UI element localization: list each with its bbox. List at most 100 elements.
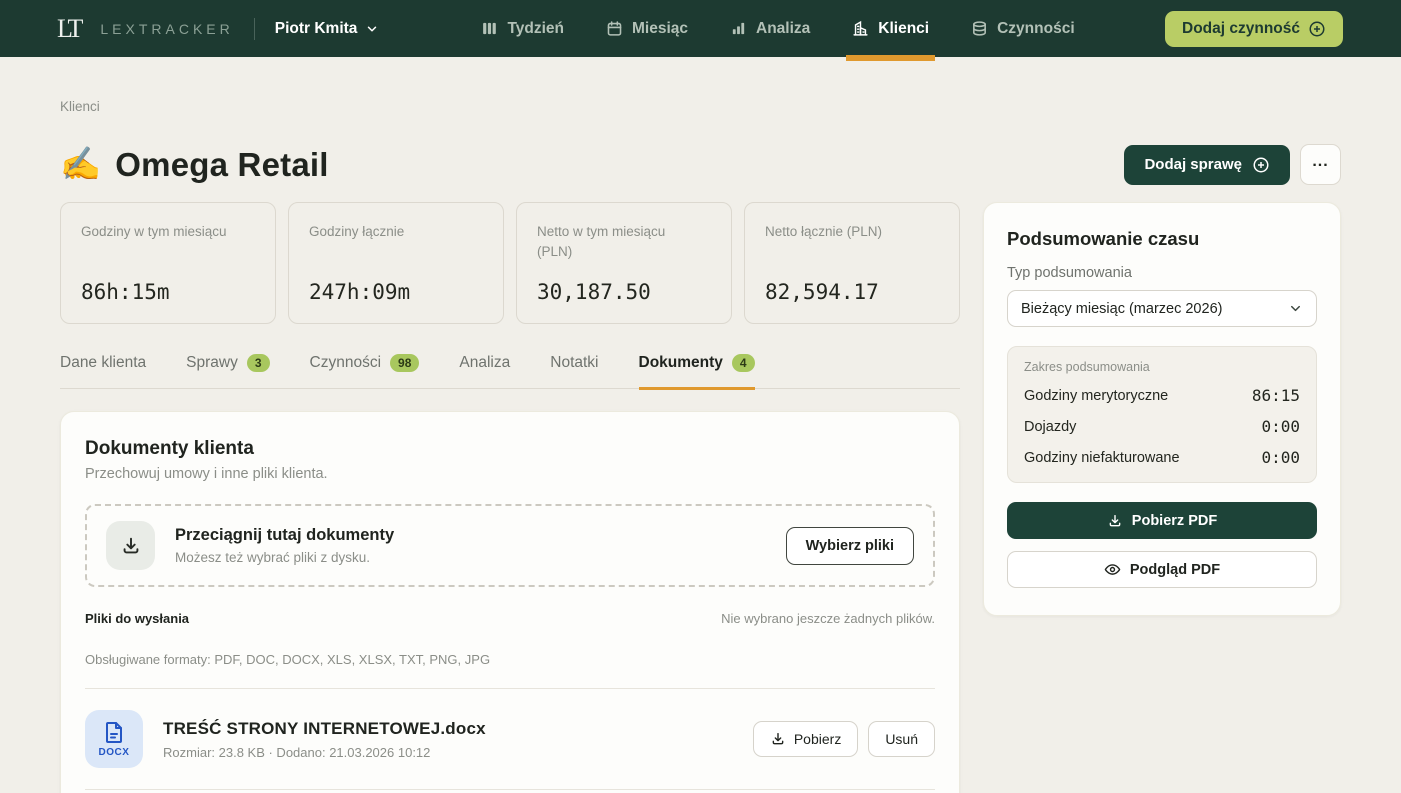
file-download-button[interactable]: Pobierz bbox=[753, 721, 858, 757]
tab-label: Dane klienta bbox=[60, 354, 146, 372]
add-activity-label: Dodaj czynność bbox=[1182, 20, 1300, 38]
nav-item-czynnosci[interactable]: Czynności bbox=[971, 0, 1075, 57]
stat-value: 86h:15m bbox=[81, 280, 255, 304]
more-button[interactable]: ... bbox=[1300, 144, 1341, 185]
page-content: Klienci ✍️ Omega Retail Dodaj sprawę ...… bbox=[0, 99, 1401, 793]
stat-value: 247h:09m bbox=[309, 280, 483, 304]
client-tabs: Dane klienta Sprawy 3 Czynności 98 Anali… bbox=[60, 354, 960, 389]
stat-card-hours-month: Godziny w tym miesiącu 86h:15m bbox=[60, 202, 276, 324]
main-column: Godziny w tym miesiącu 86h:15m Godziny ł… bbox=[60, 202, 960, 793]
dropzone-title: Przeciągnij tutaj dokumenty bbox=[175, 526, 394, 545]
bar-chart-icon bbox=[730, 20, 747, 37]
documents-title: Dokumenty klienta bbox=[85, 438, 935, 460]
nav-item-miesiac[interactable]: Miesiąc bbox=[606, 0, 688, 57]
documents-panel: Dokumenty klienta Przechowuj umowy i inn… bbox=[60, 411, 960, 793]
documents-subtitle: Przechowuj umowy i inne pliki klienta. bbox=[85, 466, 935, 482]
stat-card-net-month: Netto w tym miesiącu (PLN) 30,187.50 bbox=[516, 202, 732, 324]
divider bbox=[85, 789, 935, 790]
file-actions: Pobierz Usuń bbox=[753, 721, 935, 757]
breadcrumb[interactable]: Klienci bbox=[60, 99, 1341, 114]
tab-count-badge: 98 bbox=[390, 354, 419, 372]
stat-value: 82,594.17 bbox=[765, 280, 939, 304]
file-dropzone[interactable]: Przeciągnij tutaj dokumenty Możesz też w… bbox=[85, 504, 935, 587]
file-delete-button[interactable]: Usuń bbox=[868, 721, 935, 757]
file-name: TREŚĆ STRONY INTERNETOWEJ.docx bbox=[163, 719, 486, 739]
nav-item-klienci[interactable]: Klienci bbox=[852, 0, 929, 57]
summary-range-box: Zakres podsumowania Godziny merytoryczne… bbox=[1007, 346, 1317, 483]
add-activity-button[interactable]: Dodaj czynność bbox=[1165, 11, 1343, 47]
download-icon bbox=[770, 731, 786, 747]
nav-item-tydzien[interactable]: Tydzień bbox=[481, 0, 564, 57]
time-summary-panel: Podsumowanie czasu Typ podsumowania Bież… bbox=[983, 202, 1341, 616]
summary-row-value: 0:00 bbox=[1261, 417, 1300, 436]
stack-icon bbox=[971, 20, 988, 37]
summary-type-label: Typ podsumowania bbox=[1007, 265, 1317, 281]
building-icon bbox=[852, 20, 869, 37]
summary-type-select[interactable]: Bieżący miesiąc (marzec 2026) bbox=[1007, 290, 1317, 327]
stat-label: Netto w tym miesiącu (PLN) bbox=[537, 222, 687, 261]
summary-row-value: 0:00 bbox=[1261, 448, 1300, 467]
summary-row-dojazdy: Dojazdy 0:00 bbox=[1024, 417, 1300, 436]
logo-icon: LT bbox=[57, 16, 84, 42]
download-pdf-label: Pobierz PDF bbox=[1132, 513, 1217, 529]
tab-notatki[interactable]: Notatki bbox=[550, 354, 598, 388]
add-case-button[interactable]: Dodaj sprawę bbox=[1124, 145, 1290, 185]
download-icon bbox=[1107, 513, 1123, 529]
tab-label: Analiza bbox=[459, 354, 510, 372]
nav-item-analiza[interactable]: Analiza bbox=[730, 0, 810, 57]
download-tray-icon bbox=[106, 521, 155, 570]
file-info: TREŚĆ STRONY INTERNETOWEJ.docx Rozmiar: … bbox=[163, 719, 486, 760]
upload-queue-row: Pliki do wysłania Nie wybrano jeszcze ża… bbox=[85, 611, 935, 626]
summary-row-label: Godziny merytoryczne bbox=[1024, 388, 1168, 404]
stat-value: 30,187.50 bbox=[537, 280, 711, 304]
preview-pdf-button[interactable]: Podgląd PDF bbox=[1007, 551, 1317, 588]
tab-label: Notatki bbox=[550, 354, 598, 372]
title-actions: Dodaj sprawę ... bbox=[1124, 144, 1341, 185]
chevron-down-icon bbox=[365, 22, 379, 36]
stat-label: Godziny łącznie bbox=[309, 222, 459, 242]
upload-queue-empty-text: Nie wybrano jeszcze żadnych plików. bbox=[721, 611, 935, 626]
nav-label: Czynności bbox=[997, 20, 1075, 38]
main-nav: Tydzień Miesiąc Analiza Klienci Czynnośc… bbox=[481, 0, 1074, 57]
tab-sprawy[interactable]: Sprawy 3 bbox=[186, 354, 269, 388]
file-type-label: DOCX bbox=[99, 747, 130, 758]
docx-file-icon: DOCX bbox=[85, 710, 143, 768]
tab-count-badge: 4 bbox=[732, 354, 755, 372]
tab-label: Sprawy bbox=[186, 354, 238, 372]
tab-czynnosci[interactable]: Czynności 98 bbox=[310, 354, 420, 388]
writing-hand-emoji-icon: ✍️ bbox=[60, 145, 101, 184]
user-name: Piotr Kmita bbox=[275, 20, 358, 38]
eye-icon bbox=[1104, 561, 1121, 578]
plus-circle-icon bbox=[1252, 156, 1270, 174]
stat-label: Godziny w tym miesiącu bbox=[81, 222, 231, 242]
plus-circle-icon bbox=[1308, 20, 1326, 38]
choose-files-button[interactable]: Wybierz pliki bbox=[786, 527, 914, 565]
stat-card-net-total: Netto łącznie (PLN) 82,594.17 bbox=[744, 202, 960, 324]
stat-cards: Godziny w tym miesiącu 86h:15m Godziny ł… bbox=[60, 202, 960, 324]
page-title: ✍️ Omega Retail bbox=[60, 145, 329, 184]
columns-icon bbox=[481, 20, 498, 37]
preview-pdf-label: Podgląd PDF bbox=[1130, 562, 1220, 578]
dropzone-subtitle: Możesz też wybrać pliki z dysku. bbox=[175, 550, 394, 565]
tab-dane-klienta[interactable]: Dane klienta bbox=[60, 354, 146, 388]
download-pdf-button[interactable]: Pobierz PDF bbox=[1007, 502, 1317, 539]
summary-type-value: Bieżący miesiąc (marzec 2026) bbox=[1021, 301, 1222, 317]
summary-row-value: 86:15 bbox=[1252, 386, 1300, 405]
calendar-icon bbox=[606, 20, 623, 37]
tab-analiza[interactable]: Analiza bbox=[459, 354, 510, 388]
user-menu[interactable]: Piotr Kmita bbox=[275, 20, 380, 38]
stat-card-hours-total: Godziny łącznie 247h:09m bbox=[288, 202, 504, 324]
tab-dokumenty[interactable]: Dokumenty 4 bbox=[639, 354, 755, 388]
brand-block: LT LEXTRACKER Piotr Kmita bbox=[57, 16, 379, 42]
tab-label: Dokumenty bbox=[639, 354, 723, 372]
brand-name: LEXTRACKER bbox=[100, 21, 233, 37]
supported-formats-text: Obsługiwane formaty: PDF, DOC, DOCX, XLS… bbox=[85, 652, 935, 667]
add-case-label: Dodaj sprawę bbox=[1144, 156, 1242, 173]
upload-queue-label: Pliki do wysłania bbox=[85, 611, 189, 626]
nav-label: Klienci bbox=[878, 20, 929, 38]
stat-label: Netto łącznie (PLN) bbox=[765, 222, 915, 242]
summary-row-merytoryczne: Godziny merytoryczne 86:15 bbox=[1024, 386, 1300, 405]
two-column-layout: Godziny w tym miesiącu 86h:15m Godziny ł… bbox=[60, 202, 1341, 793]
nav-label: Analiza bbox=[756, 20, 810, 38]
summary-row-label: Dojazdy bbox=[1024, 419, 1076, 435]
